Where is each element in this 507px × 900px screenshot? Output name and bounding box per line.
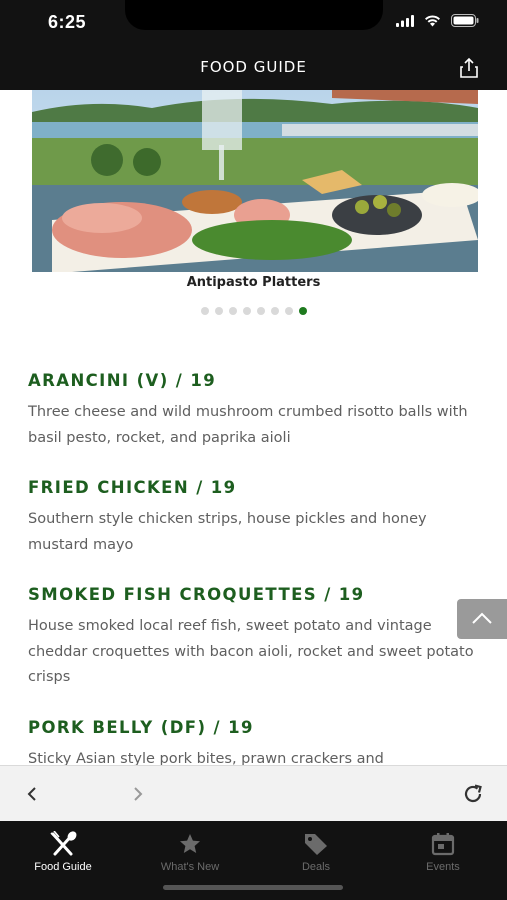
carousel-image[interactable] <box>32 90 478 272</box>
menu-item: ARANCINI (V) / 19 Three cheese and wild … <box>28 370 480 451</box>
star-icon <box>180 834 200 853</box>
menu-item: SMOKED FISH CROQUETTES / 19 House smoked… <box>28 584 480 691</box>
antipasto-platter-image <box>32 90 478 272</box>
pagination-dot[interactable] <box>270 307 279 315</box>
pagination-dot[interactable] <box>256 307 265 315</box>
menu-item-description: House smoked local reef fish, sweet pota… <box>28 618 474 685</box>
calendar-icon <box>431 833 455 856</box>
signal-icon <box>396 14 414 27</box>
tab-deals[interactable]: Deals <box>253 831 379 873</box>
carousel-caption: Antipasto Platters <box>186 275 321 290</box>
pagination-dot[interactable] <box>242 307 251 315</box>
refresh-button[interactable] <box>461 782 485 806</box>
tab-food-guide[interactable]: Food Guide <box>0 831 126 873</box>
menu-item-title: PORK BELLY (DF) / 19 <box>28 717 254 737</box>
menu-list: ARANCINI (V) / 19 Three cheese and wild … <box>28 370 480 765</box>
share-button[interactable] <box>457 56 481 80</box>
device-notch <box>125 0 383 30</box>
menu-item-description: Three cheese and wild mushroom crumbed r… <box>28 404 468 446</box>
chevron-up-icon <box>472 612 492 624</box>
menu-item-description: Southern style chicken strips, house pic… <box>28 511 427 553</box>
battery-icon <box>451 14 479 27</box>
tab-events[interactable]: Events <box>380 831 506 873</box>
tag-icon <box>305 834 327 855</box>
pagination-dot[interactable] <box>214 307 223 315</box>
content-area[interactable]: Antipasto Platters ARANCINI (V) / 19 Thr… <box>0 90 507 765</box>
scroll-to-top-button[interactable] <box>457 599 507 639</box>
tab-label: Food Guide <box>34 861 92 873</box>
status-icons <box>396 14 479 27</box>
pagination-dot[interactable] <box>284 307 293 315</box>
menu-item-title: ARANCINI (V) / 19 <box>28 371 217 390</box>
tab-whats-new[interactable]: What's New <box>127 831 253 873</box>
menu-item: FRIED CHICKEN / 19 Southern style chicke… <box>28 477 480 558</box>
tab-label: What's New <box>160 861 220 873</box>
tab-label: Deals <box>301 861 331 873</box>
menu-item: PORK BELLY (DF) / 19 Sticky Asian style … <box>28 717 480 766</box>
share-icon <box>460 57 478 78</box>
tab-label: Events <box>426 861 460 873</box>
carousel-pagination[interactable] <box>0 307 507 315</box>
pagination-dot[interactable] <box>228 307 237 315</box>
back-button[interactable] <box>22 784 42 804</box>
wifi-icon <box>425 15 440 27</box>
page-title: FOOD GUIDE <box>200 58 307 76</box>
home-indicator <box>163 885 343 890</box>
status-bar: 6:25 <box>0 0 507 46</box>
app-header: FOOD GUIDE <box>0 46 507 90</box>
forward-button[interactable] <box>128 784 148 804</box>
menu-item-description: Sticky Asian style pork bites, prawn cra… <box>28 750 384 766</box>
menu-item-title: FRIED CHICKEN / 19 <box>28 478 237 497</box>
pagination-dot[interactable] <box>200 307 209 315</box>
browser-toolbar <box>0 765 507 822</box>
fork-knife-icon <box>50 831 77 856</box>
status-time: 6:25 <box>48 12 87 32</box>
menu-item-title: SMOKED FISH CROQUETTES / 19 <box>28 585 365 604</box>
pagination-dot-active[interactable] <box>298 307 307 315</box>
